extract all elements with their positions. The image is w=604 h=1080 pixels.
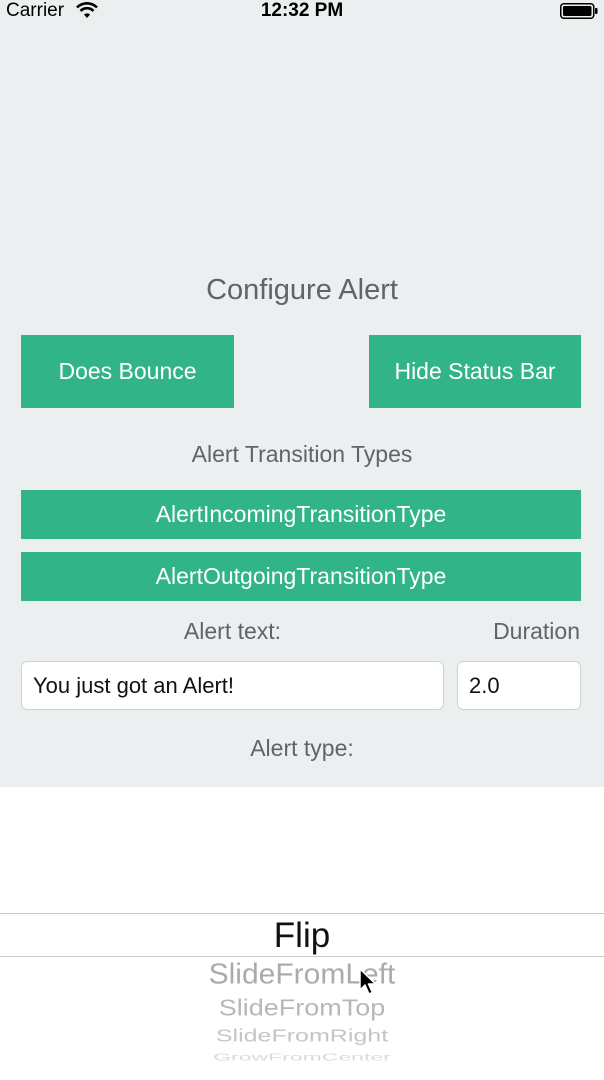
does-bounce-button[interactable]: Does Bounce (21, 335, 234, 408)
picker-item-selected[interactable]: Flip (0, 916, 604, 956)
outgoing-transition-button[interactable]: AlertOutgoingTransitionType (21, 552, 581, 601)
alert-text-label: Alert text: (183, 618, 282, 644)
alert-type-label: Alert type: (250, 735, 354, 761)
duration-label: Duration (493, 618, 580, 644)
alert-type-picker[interactable]: Flip SlideFromLeft SlideFromTop SlideFro… (0, 787, 604, 1080)
picker-item[interactable]: SlideFromTop (0, 996, 604, 1020)
alert-text-input[interactable] (21, 661, 444, 710)
transition-types-heading: Alert Transition Types (191, 441, 413, 467)
battery-icon (560, 3, 598, 19)
status-bar: Carrier 12:32 PM (0, 0, 604, 26)
mouse-cursor-icon (359, 968, 377, 995)
incoming-transition-button[interactable]: AlertIncomingTransitionType (21, 490, 581, 539)
picker-item[interactable]: SlideFromRight (0, 1027, 604, 1045)
clock-label: 12:32 PM (260, 0, 344, 21)
duration-input[interactable] (457, 661, 581, 710)
picker-selection-top-line (0, 913, 604, 914)
picker-selection-bottom-line (0, 956, 604, 957)
page-title: Configure Alert (206, 274, 398, 306)
hide-status-bar-button[interactable]: Hide Status Bar (369, 335, 581, 408)
picker-item[interactable]: SlideFromLeft (0, 959, 604, 990)
picker-item[interactable]: GrowFromCenter (0, 1052, 604, 1062)
